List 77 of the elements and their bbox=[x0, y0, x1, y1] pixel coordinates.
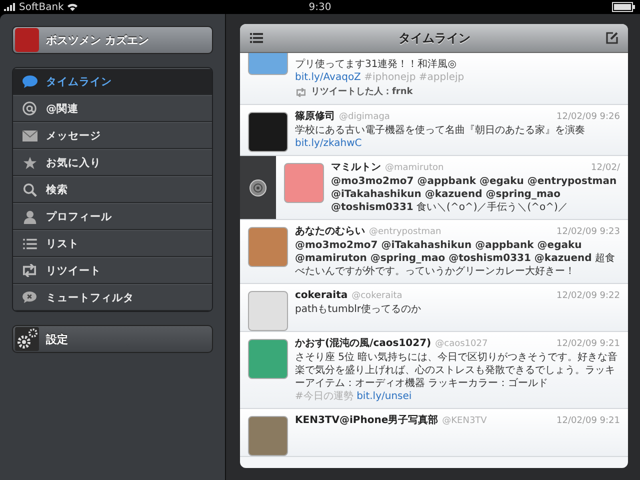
gear-icon bbox=[15, 327, 39, 351]
tweet-row[interactable]: かおす(混沌の風/caos1027) @caos1027 12/02/09 9:21 さそり座 5位 暗い気持ちには、今日で区切りがつきそうです。好きな音楽で気分を盛り上げれば、心のストレスも発散できるでしょう。ラッキーアイテム：オーディオ機器 ラッキーカラー：ゴールド #今日の運勢 bit.ly/unsei bbox=[240, 332, 628, 409]
person-icon bbox=[22, 210, 36, 224]
tweet-row[interactable]: あなたのむらい @entrypostman 12/02/09 9:23 @mo3mo2mo7 @iTakahashikun @appbank @egaku @mamiruton @spring_mao @toshism0331 @kazuend 超食べたいんですが外です。っていうかグリーンカレー大好きー！ bbox=[240, 220, 628, 284]
tweet-text: @mo3mo2mo7 @iTakahashikun @appbank @egaku @mamiruton @spring_mao @toshism0331 @kazuend 超食べたいんですが外です。っていうかグリーンカレー大好きー！ bbox=[295, 239, 616, 278]
list-icon bbox=[22, 238, 36, 250]
clock-time: 9:30 bbox=[308, 2, 332, 12]
user-name: あなたのむらい bbox=[295, 225, 365, 238]
user-handle: @cokeraita bbox=[352, 290, 402, 303]
avatar-placeholder bbox=[248, 53, 288, 75]
settings-button[interactable]: 設定 bbox=[12, 325, 213, 353]
envelope-icon bbox=[22, 130, 38, 142]
user-handle: @caos1027 bbox=[435, 338, 488, 351]
timeline-title: タイムライン bbox=[398, 30, 472, 46]
user-handle: @KEN3TV bbox=[442, 415, 487, 428]
battery-icon bbox=[612, 2, 636, 12]
tweet-row[interactable]: プリ使ってます31連発！！和洋風◎ bit.ly/AvaqoZ #iphonejp #applejp リツイートした人：frnk bbox=[240, 53, 628, 105]
menu-item[interactable]: ミュートフィルタ bbox=[13, 284, 212, 311]
menu-item[interactable]: @関連 bbox=[13, 95, 212, 122]
tweet-text: @mo3mo2mo7 @appbank @egaku @entrypostman @iTakahashikun @kazuend @spring_mao @toshism0331 食い＼(^o^)／手伝う＼(^o^)／ bbox=[331, 175, 618, 214]
user-handle: @entrypostman bbox=[369, 226, 442, 239]
menu-item[interactable]: リスト bbox=[13, 230, 212, 257]
wifi-icon bbox=[66, 3, 78, 11]
menu-item[interactable]: プロフィール bbox=[13, 203, 212, 230]
avatar-placeholder bbox=[248, 416, 288, 456]
user-handle: @digimaga bbox=[339, 111, 390, 124]
menu-item[interactable]: リツイート bbox=[13, 257, 212, 284]
tweet-time: 12/02/ bbox=[591, 162, 620, 175]
menu-item[interactable]: タイムライン bbox=[13, 68, 212, 95]
tweet-row[interactable]: cokeraita @cokeraita 12/02/09 9:22 pathもtumblr使ってるのか bbox=[240, 284, 628, 332]
speech-bubble-icon bbox=[22, 74, 38, 88]
signal-icon bbox=[4, 3, 16, 11]
tweet-time: 12/02/09 9:23 bbox=[556, 226, 620, 239]
compose-icon bbox=[606, 32, 618, 44]
avatar-placeholder bbox=[248, 227, 288, 267]
avatar-placeholder bbox=[248, 291, 288, 331]
menu-item[interactable]: 検索 bbox=[13, 176, 212, 203]
tweet-text: pathもtumblr使ってるのか bbox=[295, 303, 422, 316]
user-name: KEN3TV@iPhone男子写真部 bbox=[295, 414, 438, 427]
muted-bubble-icon bbox=[22, 291, 37, 304]
link[interactable]: bit.ly/zkahwC bbox=[295, 138, 362, 149]
compose-button[interactable] bbox=[606, 32, 618, 44]
retweet-icon bbox=[295, 88, 307, 97]
tweet-row[interactable]: KEN3TV@iPhone男子写真部 @KEN3TV 12/02/09 9:21 bbox=[240, 409, 628, 457]
profile-button[interactable]: ボスツメン カズエン bbox=[12, 26, 213, 54]
user-name: マミルトン bbox=[331, 161, 381, 174]
user-name: かおす(混沌の風/caos1027) bbox=[295, 337, 432, 350]
search-icon bbox=[22, 182, 36, 196]
user-name: cokeraita bbox=[295, 289, 348, 302]
tweet-row[interactable]: マミルトン @mamiruton 12/02/ @mo3mo2mo7 @appbank @egaku @entrypostman @iTakahashikun @kazuend @spring_mao @toshism0331 食い＼(^o^)／手伝う＼(^o^)／ bbox=[240, 156, 628, 220]
tweet-time: 12/02/09 9:21 bbox=[556, 415, 620, 428]
tweet-text: 学校にある古い電子機器を使って名曲『朝日のあたる家』を演奏 bit.ly/zkahwC bbox=[295, 124, 586, 150]
list-button[interactable] bbox=[250, 33, 263, 43]
list-icon bbox=[250, 33, 263, 43]
menu-item[interactable]: メッセージ bbox=[13, 122, 212, 149]
avatar-placeholder bbox=[248, 339, 288, 379]
user-name: 篠原修司 bbox=[295, 110, 335, 123]
at-sign-icon bbox=[22, 101, 37, 116]
link[interactable]: bit.ly/unsei bbox=[353, 391, 412, 402]
user-handle: @mamiruton bbox=[385, 162, 444, 175]
tweet-time: 12/02/09 9:21 bbox=[556, 338, 620, 351]
menu-item[interactable]: お気に入り bbox=[13, 149, 212, 176]
link[interactable]: bit.ly/AvaqoZ bbox=[295, 72, 361, 83]
record-button[interactable] bbox=[249, 178, 267, 196]
star-icon bbox=[22, 156, 36, 170]
carrier-name: SoftBank bbox=[19, 2, 64, 12]
retweet-icon bbox=[21, 264, 38, 277]
tweet-text: さそり座 5位 暗い気持ちには、今日で区切りがつきそうです。好きな音楽で気分を盛り上げれば、心のストレスも発散できるでしょう。ラッキーアイテム：オーディオ機器 ラッキーカラー：ゴールド #今日の運勢 bit.ly/unsei bbox=[295, 351, 619, 403]
tweet-time: 12/02/09 9:22 bbox=[556, 290, 620, 303]
avatar-placeholder bbox=[15, 28, 39, 52]
record-icon bbox=[249, 178, 267, 196]
tweet-time: 12/02/09 9:26 bbox=[556, 111, 620, 124]
avatar-placeholder bbox=[284, 163, 324, 203]
retweeted-by: リツイートした人：frnk bbox=[311, 86, 413, 99]
avatar-placeholder bbox=[248, 112, 288, 152]
tweet-row[interactable]: 篠原修司 @digimaga 12/02/09 9:26 学校にある古い電子機器を使って名曲『朝日のあたる家』を演奏 bit.ly/zkahwC bbox=[240, 105, 628, 156]
tweet-text: プリ使ってます31連発！！和洋風◎ bit.ly/AvaqoZ #iphonejp #applejp bbox=[295, 58, 466, 84]
